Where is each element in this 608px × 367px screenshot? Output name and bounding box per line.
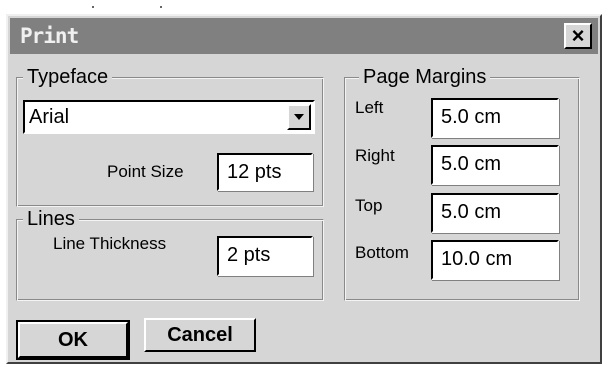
line-thickness-label: Line Thickness (53, 234, 167, 253)
background-artifact (92, 6, 94, 8)
lines-legend: Lines (23, 208, 79, 230)
background-strip (0, 0, 608, 14)
ok-button[interactable]: OK (16, 320, 130, 360)
line-thickness-input[interactable]: 2 pts (217, 236, 313, 276)
lines-group: Lines Line Thickness 2 pts (16, 208, 324, 301)
page-margins-legend: Page Margins (359, 66, 491, 88)
margin-top-label: Top (355, 196, 383, 215)
margin-bottom-label: Bottom (355, 243, 409, 262)
typeface-select[interactable]: Arial (23, 100, 315, 134)
dialog-title: Print (20, 24, 79, 48)
typeface-group: Typeface Arial Point Size 12 pts (16, 66, 324, 207)
cancel-button[interactable]: Cancel (144, 318, 256, 352)
margin-left-input[interactable]: 5.0 cm (431, 98, 559, 138)
title-bar[interactable]: Print × (10, 18, 598, 54)
typeface-select-value: Arial (29, 106, 70, 128)
typeface-dropdown-button[interactable] (287, 104, 311, 130)
page-margins-group: Page Margins Left 5.0 cm Right 5.0 cm To… (344, 66, 580, 301)
margin-top-input[interactable]: 5.0 cm (431, 193, 559, 233)
background-artifact (160, 6, 162, 8)
point-size-input[interactable]: 12 pts (217, 153, 313, 191)
point-size-label: Point Size (107, 162, 184, 181)
typeface-legend: Typeface (23, 66, 113, 88)
margin-left-label: Left (355, 98, 384, 117)
close-button[interactable]: × (564, 23, 592, 49)
margin-right-input[interactable]: 5.0 cm (431, 145, 559, 185)
print-dialog: Print × Typeface Arial Point Size 12 pts… (6, 14, 602, 364)
chevron-down-icon (294, 114, 304, 120)
close-icon: × (571, 23, 585, 48)
margin-bottom-input[interactable]: 10.0 cm (431, 240, 559, 280)
margin-right-label: Right (355, 146, 395, 165)
